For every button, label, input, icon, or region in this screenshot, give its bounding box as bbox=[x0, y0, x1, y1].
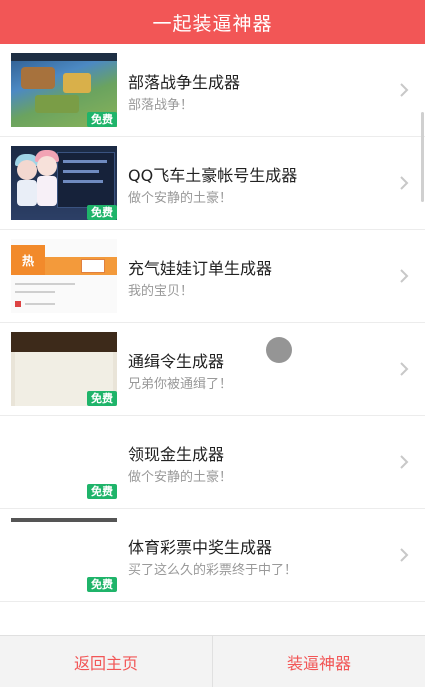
list-item[interactable]: 免费 通缉令生成器 兄弟你被通缉了！ bbox=[0, 323, 425, 416]
thumbnail: 热 bbox=[11, 237, 117, 315]
chevron-right-icon bbox=[400, 269, 409, 283]
item-title: 充气娃娃订单生成器 bbox=[128, 259, 273, 278]
app-screen: 一起装逼神器 免费 部落战争生成器 部落战争！ 免费 QQ飞车土豪帐号生成器 做… bbox=[0, 0, 425, 687]
item-subtitle: 做个安静的土豪！ bbox=[128, 191, 233, 206]
chevron-right-icon bbox=[400, 455, 409, 469]
chevron-right-icon bbox=[400, 83, 409, 97]
scrollbar[interactable] bbox=[421, 112, 424, 202]
bottom-nav: 返回主页 装逼神器 bbox=[0, 635, 425, 687]
order-thumbnail: 热 bbox=[11, 239, 117, 313]
list-item[interactable]: 免费 QQ飞车土豪帐号生成器 做个安静的土豪！ bbox=[0, 137, 425, 230]
list-item[interactable]: 免费 体育彩票中奖生成器 买了这么久的彩票终于中了！ bbox=[0, 509, 425, 602]
thumbnail: 免费 bbox=[11, 144, 117, 222]
item-subtitle: 我的宝贝！ bbox=[128, 284, 194, 299]
free-badge: 免费 bbox=[87, 577, 117, 592]
list-item[interactable]: 免费 部落战争生成器 部落战争！ bbox=[0, 44, 425, 137]
app-header: 一起装逼神器 bbox=[0, 0, 425, 44]
hot-label: 热 bbox=[11, 245, 45, 275]
item-title: 通缉令生成器 bbox=[128, 352, 225, 371]
thumbnail: 免费 bbox=[11, 330, 117, 408]
chevron-right-icon bbox=[400, 362, 409, 376]
list-item[interactable]: 热 充气娃娃订单生成器 我的宝贝！ bbox=[0, 230, 425, 323]
free-badge: 免费 bbox=[87, 205, 117, 220]
thumbnail: 免费 bbox=[11, 423, 117, 501]
touch-indicator bbox=[266, 337, 292, 363]
thumbnail: 免费 bbox=[11, 516, 117, 594]
chevron-right-icon bbox=[400, 176, 409, 190]
item-subtitle: 买了这么久的彩票终于中了！ bbox=[128, 563, 298, 578]
free-badge: 免费 bbox=[87, 112, 117, 127]
free-badge: 免费 bbox=[87, 484, 117, 499]
list-item[interactable]: 免费 领现金生成器 做个安静的土豪！ bbox=[0, 416, 425, 509]
item-subtitle: 兄弟你被通缉了！ bbox=[128, 377, 233, 392]
tools-button[interactable]: 装逼神器 bbox=[213, 636, 425, 687]
home-button[interactable]: 返回主页 bbox=[0, 636, 213, 687]
item-title: 体育彩票中奖生成器 bbox=[128, 538, 273, 557]
thumbnail: 免费 bbox=[11, 51, 117, 129]
item-title: QQ飞车土豪帐号生成器 bbox=[128, 166, 298, 185]
item-title: 部落战争生成器 bbox=[128, 73, 241, 92]
item-subtitle: 做个安静的土豪！ bbox=[128, 470, 233, 485]
item-subtitle: 部落战争！ bbox=[128, 98, 194, 113]
chevron-right-icon bbox=[400, 548, 409, 562]
generator-list: 免费 部落战争生成器 部落战争！ 免费 QQ飞车土豪帐号生成器 做个安静的土豪！… bbox=[0, 44, 425, 602]
page-title: 一起装逼神器 bbox=[152, 12, 273, 35]
free-badge: 免费 bbox=[87, 391, 117, 406]
item-title: 领现金生成器 bbox=[128, 445, 225, 464]
